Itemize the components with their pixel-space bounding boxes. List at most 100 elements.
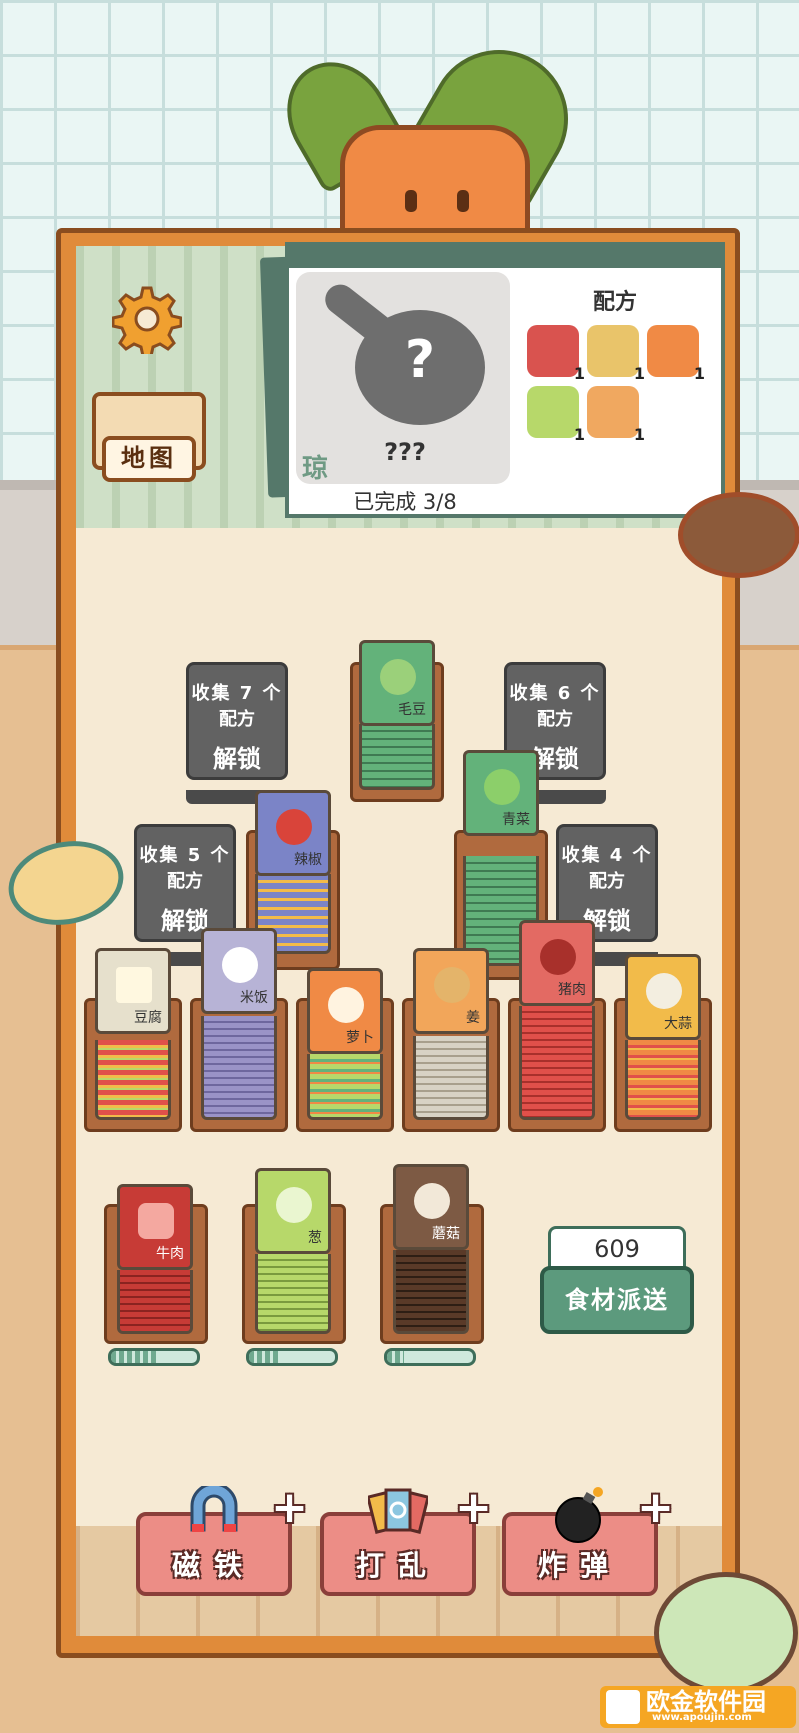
tile-stack <box>625 1040 701 1120</box>
queue-progress-bar <box>108 1348 200 1366</box>
watermark-logo-icon <box>606 1690 640 1724</box>
queue-progress-bar <box>384 1348 476 1366</box>
tile-rice[interactable]: 米饭 <box>201 928 277 1014</box>
tile-label: 葱 <box>308 1230 322 1246</box>
ingredient-count: 1 <box>573 425 585 444</box>
locked-requirement-unit: 配方 <box>219 709 255 730</box>
chili-icon <box>276 809 312 845</box>
tile-mushroom[interactable]: 蘑菇 <box>393 1164 469 1250</box>
tile-tofu[interactable]: 豆腐 <box>95 948 171 1034</box>
tile-stack <box>201 1016 277 1120</box>
shuffle-icon <box>366 1486 430 1546</box>
add-shuffle-icon[interactable]: + <box>455 1482 492 1533</box>
tile-label: 大蒜 <box>664 1016 692 1032</box>
carrot-eye <box>457 190 469 212</box>
tile-edamame[interactable]: 毛豆 <box>359 640 435 726</box>
recipe-progress: 已完成 3/8 <box>353 490 457 514</box>
gear-icon[interactable] <box>111 284 183 358</box>
deliver-ingredients-button[interactable]: 食材派送 <box>540 1266 694 1334</box>
tile-garlic[interactable]: 大蒜 <box>625 954 701 1040</box>
radish-icon <box>328 987 364 1023</box>
garlic-icon <box>646 973 682 1009</box>
queue-progress-fill <box>249 1351 280 1363</box>
locked-slot: 收集 5 个 配方 解锁 <box>134 824 236 942</box>
queue-progress-fill <box>387 1351 405 1363</box>
magnet-icon <box>184 1482 244 1546</box>
tile-scallion[interactable]: 葱 <box>255 1168 331 1254</box>
shuffle-button[interactable]: + 打乱 <box>320 1482 492 1596</box>
tile-label: 萝卜 <box>346 1030 374 1046</box>
tile-stack <box>307 1054 383 1120</box>
tile-label: 牛肉 <box>156 1246 184 1262</box>
unknown-dish-mark: ? <box>404 330 436 390</box>
add-bomb-icon[interactable]: + <box>637 1482 674 1533</box>
dish-name: ??? <box>384 438 426 466</box>
queue-stack <box>393 1250 469 1334</box>
bok-choy-icon <box>484 769 520 805</box>
scallion-icon: 1 <box>527 386 585 444</box>
tile-label: 豆腐 <box>134 1010 162 1026</box>
ginger-icon: 1 <box>587 386 645 444</box>
site-watermark: 欧金软件园 www.apoujin.com <box>600 1686 796 1728</box>
locked-requirement-unit: 配方 <box>537 709 573 730</box>
dish-region-mark: 琼 <box>302 454 329 484</box>
tile-chili[interactable]: 辣椒 <box>255 790 331 876</box>
tile-pork[interactable]: 猪肉 <box>519 920 595 1006</box>
tile-stack <box>413 1036 489 1120</box>
tile-beef[interactable]: 牛肉 <box>117 1184 193 1270</box>
mushroom-icon <box>414 1183 450 1219</box>
queue-progress-bar <box>246 1348 338 1366</box>
meat-icon: 1 <box>527 325 585 383</box>
edamame-icon <box>380 659 416 695</box>
potato-icon: 1 <box>587 325 645 383</box>
tile-label: 蘑菇 <box>432 1226 460 1242</box>
ginger-icon <box>434 967 470 1003</box>
locked-requirement: 收集 5 个 <box>139 845 231 866</box>
shuffle-label: 打乱 <box>355 1549 440 1582</box>
locked-requirement-unit: 配方 <box>589 871 625 892</box>
tile-greens[interactable]: 青菜 <box>463 750 539 836</box>
tile-label: 青菜 <box>502 812 530 828</box>
carrot-eye <box>405 190 417 212</box>
rice-bowl-icon <box>222 947 258 983</box>
tile-stack <box>359 724 435 790</box>
stirfry-plate <box>678 492 799 578</box>
magnet-label: 磁铁 <box>171 1549 256 1582</box>
ingredient-count: 1 <box>573 364 585 383</box>
tofu-icon <box>116 967 152 1003</box>
bomb-icon <box>550 1486 610 1546</box>
tile-radish[interactable]: 萝卜 <box>307 968 383 1054</box>
tile-label: 米饭 <box>240 990 268 1006</box>
ingredient-count: 1 <box>633 425 645 444</box>
locked-requirement-unit: 配方 <box>167 871 203 892</box>
ham-icon <box>540 939 576 975</box>
locked-unlock-label: 解锁 <box>213 745 261 773</box>
queue-stack <box>117 1270 193 1334</box>
steak-icon <box>138 1203 174 1239</box>
magnet-button[interactable]: + 磁铁 <box>136 1482 308 1596</box>
map-button[interactable]: 地图 <box>92 392 206 484</box>
add-magnet-icon[interactable]: + <box>271 1482 308 1533</box>
tile-label: 姜 <box>466 1010 480 1026</box>
bomb-button[interactable]: + 炸弹 <box>502 1482 674 1596</box>
radish-icon: 1 <box>647 325 705 383</box>
queue-stack <box>255 1254 331 1334</box>
locked-slot: 收集 7 个 配方 解锁 <box>186 662 288 780</box>
map-button-label: 地图 <box>102 436 196 482</box>
tile-stack <box>519 1006 595 1120</box>
tile-stack <box>95 1040 171 1120</box>
locked-requirement: 收集 4 个 <box>561 845 653 866</box>
ingredient-count: 1 <box>693 364 705 383</box>
delivery-counter: 609 <box>548 1226 686 1270</box>
ingredient-count: 1 <box>633 364 645 383</box>
tile-label: 猪肉 <box>558 982 586 998</box>
scallion-icon <box>276 1187 312 1223</box>
recipe-title: 配方 <box>592 290 637 315</box>
tile-label: 毛豆 <box>398 702 426 718</box>
carrot-mascot <box>260 24 600 272</box>
locked-requirement: 收集 7 个 <box>191 683 283 704</box>
locked-requirement: 收集 6 个 <box>509 683 601 704</box>
watermark-url: www.apoujin.com <box>652 1712 752 1723</box>
salad-bowl[interactable] <box>654 1572 798 1694</box>
tile-ginger[interactable]: 姜 <box>413 948 489 1034</box>
